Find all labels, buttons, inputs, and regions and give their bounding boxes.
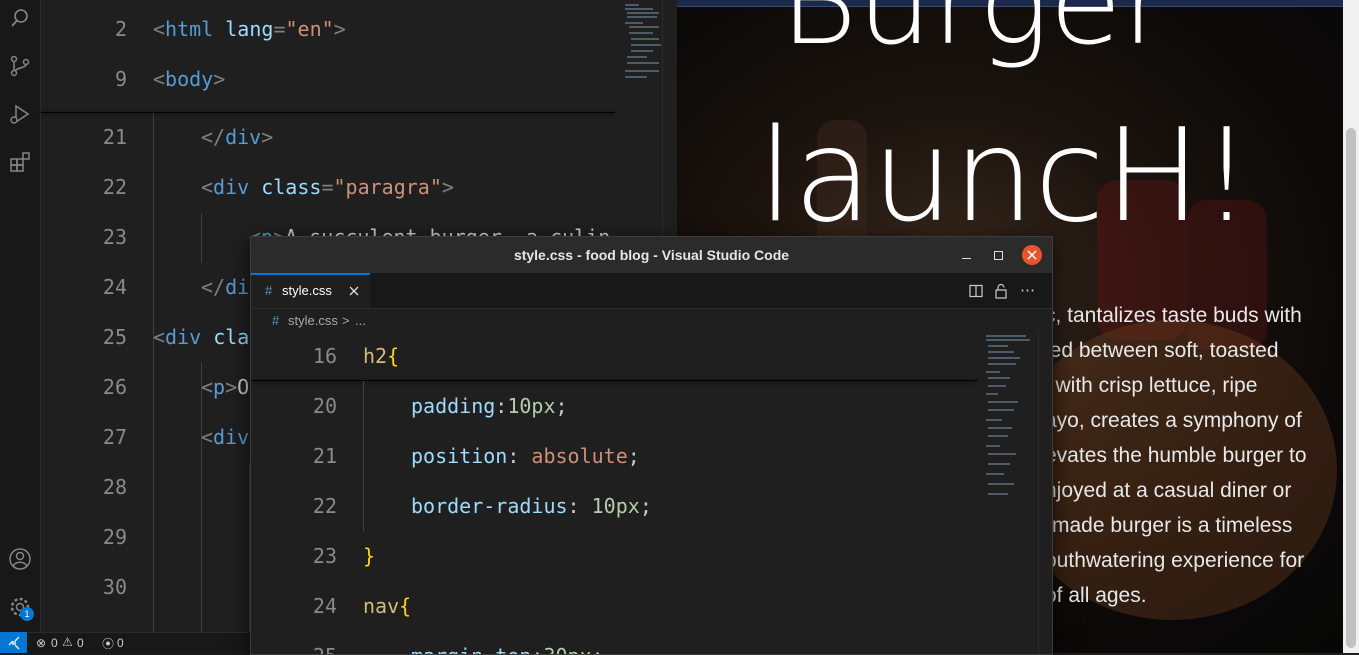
- line-number: 28: [102, 475, 127, 499]
- line-number: 25: [102, 325, 127, 349]
- manage-gear-icon[interactable]: 1: [4, 591, 36, 623]
- code-line[interactable]: h2{: [363, 344, 399, 368]
- paragraph-line: c, tantalizes taste buds with: [1045, 304, 1302, 327]
- paragraph-line: l with crisp lettuce, ripe: [1045, 374, 1258, 397]
- line-number: 23: [102, 225, 127, 249]
- line-number: 26: [102, 375, 127, 399]
- indent-guide: [363, 381, 364, 531]
- code-line[interactable]: <p>O: [201, 375, 249, 399]
- code-line[interactable]: margin-top:30px;: [411, 644, 604, 654]
- run-debug-icon[interactable]: [4, 98, 36, 130]
- maximize-icon: [993, 250, 1003, 260]
- account-icon[interactable]: [4, 543, 36, 575]
- line-number: 27: [102, 425, 127, 449]
- burger-shape: [1007, 320, 1337, 620]
- code-line[interactable]: border-radius: 10px;: [411, 494, 652, 518]
- paragraph-line: led between soft, toasted: [1045, 339, 1279, 362]
- close-button[interactable]: [1022, 245, 1042, 265]
- line-number: 21: [312, 444, 337, 468]
- window-title: style.css - food blog - Visual Studio Co…: [513, 247, 790, 263]
- extensions-icon[interactable]: [4, 146, 36, 178]
- tab-bar: [251, 273, 1052, 309]
- notification-badge: 1: [20, 607, 34, 621]
- warning-icon[interactable]: ⚠: [62, 635, 73, 649]
- code-line[interactable]: nav{: [363, 594, 411, 618]
- code-line[interactable]: <html lang="en">: [153, 17, 346, 41]
- code-line[interactable]: <div class="paragra">: [201, 175, 454, 199]
- minimize-button[interactable]: [956, 245, 976, 265]
- breadcrumb-separator: >: [342, 313, 350, 328]
- split-editor-icon[interactable]: [969, 284, 983, 298]
- code-line[interactable]: position: absolute;: [411, 444, 640, 468]
- line-number: 20: [312, 394, 337, 418]
- paragraph-line: evates the humble burger to: [1045, 444, 1307, 467]
- css-file-icon: #: [272, 313, 280, 328]
- line-number: 2: [114, 17, 127, 41]
- paragraph-line: ayo, creates a symphony of: [1045, 409, 1302, 432]
- preview-scrollbar-thumb[interactable]: [1346, 128, 1356, 648]
- line-number: 24: [102, 275, 127, 299]
- line-number: 30: [102, 575, 127, 599]
- line-number: 22: [312, 494, 337, 518]
- code-line[interactable]: <div cla: [153, 325, 249, 349]
- code-line[interactable]: }: [363, 544, 375, 568]
- editor-scrollbar[interactable]: [1038, 331, 1052, 654]
- paragraph-line: of all ages.: [1045, 584, 1147, 607]
- breadcrumb-file[interactable]: style.css: [288, 313, 338, 328]
- indent-guide: [201, 213, 202, 263]
- more-actions-icon[interactable]: ⋯: [1020, 281, 1035, 299]
- hero-title-line-1: Burger: [780, 0, 1171, 71]
- remote-indicator[interactable]: [0, 632, 27, 653]
- status-bar: ⊗ 0 ⚠ 0 ⦿ 0: [0, 632, 250, 654]
- line-number: 22: [102, 175, 127, 199]
- line-number: 24: [312, 594, 337, 618]
- minimap[interactable]: [978, 331, 1038, 654]
- sticky-scroll-divider: [251, 380, 978, 381]
- minimize-icon: [961, 257, 971, 259]
- lock-icon[interactable]: [994, 283, 1008, 299]
- indent-guide: [153, 113, 154, 632]
- css-file-icon: #: [265, 283, 273, 298]
- line-number: 23: [312, 544, 337, 568]
- vscode-window[interactable]: style.css - food blog - Visual Studio Co…: [250, 236, 1053, 655]
- tab-style-css[interactable]: # style.css: [251, 273, 370, 308]
- ports-count[interactable]: 0: [117, 636, 124, 650]
- paragraph-line: njoyed at a casual diner or: [1045, 479, 1292, 502]
- close-icon: [1027, 250, 1037, 260]
- ports-icon[interactable]: ⦿: [102, 635, 114, 652]
- error-count[interactable]: 0: [51, 636, 58, 650]
- paragraph-line: -made burger is a timeless: [1045, 514, 1293, 537]
- breadcrumb: # style.css > ...: [251, 309, 1052, 331]
- code-line[interactable]: <body>: [153, 67, 225, 91]
- code-line[interactable]: </div>: [201, 125, 273, 149]
- code-line[interactable]: padding:10px;: [411, 394, 568, 418]
- indent-guide: [201, 363, 202, 632]
- remote-icon: [8, 636, 19, 649]
- line-number: 29: [102, 525, 127, 549]
- breadcrumb-more[interactable]: ...: [355, 313, 366, 328]
- code-line[interactable]: <div: [201, 425, 249, 449]
- maximize-button[interactable]: [988, 245, 1008, 265]
- hero-title-line-2: launcH!: [758, 102, 1253, 251]
- warning-count[interactable]: 0: [77, 636, 84, 650]
- close-tab-icon[interactable]: [349, 286, 359, 296]
- line-number: 21: [102, 125, 127, 149]
- code-line[interactable]: </di: [201, 275, 249, 299]
- line-number: 25: [251, 644, 337, 654]
- error-icon[interactable]: ⊗: [36, 636, 46, 650]
- source-control-icon[interactable]: [4, 50, 36, 82]
- sticky-scroll-divider: [41, 112, 615, 113]
- line-number: 16: [312, 344, 337, 368]
- search-icon[interactable]: [4, 2, 36, 34]
- tab-label: style.css: [282, 283, 332, 298]
- line-number: 9: [114, 67, 127, 91]
- activity-bar: 1: [0, 0, 41, 632]
- paragraph-line: outhwatering experience for: [1045, 549, 1305, 572]
